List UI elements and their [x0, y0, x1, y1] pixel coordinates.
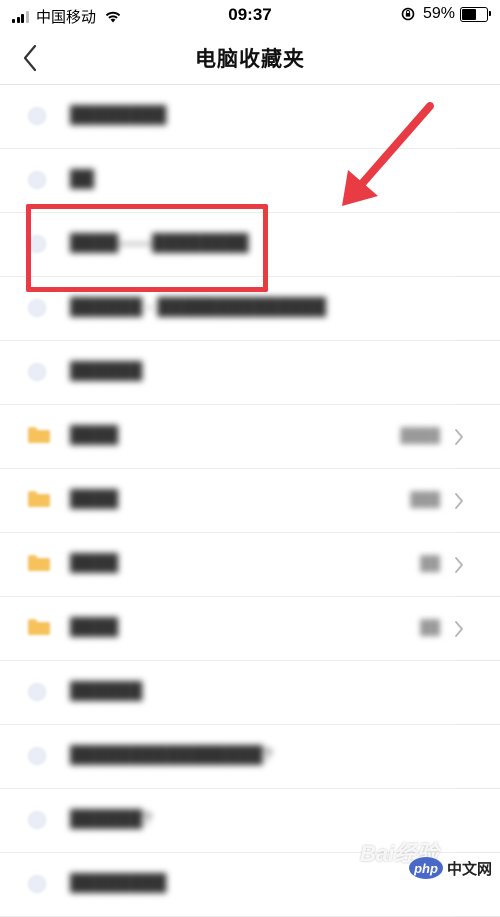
item-label: ████: [70, 489, 119, 508]
highlight-box: [26, 204, 268, 292]
chevron-right-icon: [455, 429, 463, 445]
chevron-right-icon: [455, 493, 463, 509]
php-watermark-text: 中文网: [446, 860, 492, 878]
item-label: ████████: [70, 873, 167, 892]
bookmark-icon: [28, 107, 46, 125]
bookmark-icon: [28, 171, 46, 189]
bookmark-list-item[interactable]: ██████: [0, 661, 500, 725]
bookmark-list-item[interactable]: ████████████████?: [0, 725, 500, 789]
page-title: 电脑收藏夹: [195, 48, 305, 71]
item-label: ████████: [70, 105, 167, 124]
item-label: ████: [70, 553, 119, 572]
folder-icon: [28, 555, 50, 573]
chevron-right-icon: [455, 557, 463, 573]
folder-list-item[interactable]: ████ ███: [0, 469, 500, 533]
item-count: ███: [410, 491, 440, 507]
bookmark-icon: [28, 683, 46, 701]
bookmark-list-item[interactable]: ██████: [0, 341, 500, 405]
folder-icon: [28, 427, 50, 445]
battery-fill: [462, 8, 477, 20]
nav-bar: 电脑收藏夹: [0, 30, 500, 85]
item-label: ██████: [70, 681, 143, 700]
folder-list-item[interactable]: ████ ████: [0, 405, 500, 469]
folder-icon: [28, 491, 50, 509]
item-label: ██████ - ██████████████: [70, 297, 326, 316]
bookmark-list-item[interactable]: ████████: [0, 85, 500, 149]
status-bar: 中国移动 09:37 59%: [0, 0, 500, 30]
rotation-lock-icon: [401, 7, 415, 21]
chevron-right-icon: [455, 621, 463, 637]
battery-percent: 59%: [422, 5, 455, 22]
folder-list-item[interactable]: ████ ██: [0, 597, 500, 661]
item-label: ██████?: [70, 809, 152, 828]
item-label: ██████: [70, 361, 143, 380]
folder-icon: [28, 619, 50, 637]
php-logo: php: [408, 857, 443, 879]
item-label: ████████████████?: [70, 745, 273, 764]
bookmark-icon: [28, 811, 46, 829]
bookmark-icon: [28, 299, 46, 317]
item-count: ██: [420, 619, 440, 635]
bookmark-icon: [28, 363, 46, 381]
item-count: ████: [400, 427, 440, 443]
bookmark-icon: [28, 875, 46, 893]
battery-icon: [460, 6, 491, 22]
item-label: ████: [70, 617, 119, 636]
status-right: 59%: [401, 5, 491, 23]
item-label: ██: [70, 169, 95, 188]
item-count: ██: [420, 555, 440, 571]
item-label: ████: [70, 425, 119, 444]
bookmark-icon: [28, 747, 46, 765]
folder-list-item[interactable]: ████ ██: [0, 533, 500, 597]
php-watermark: php 中文网: [408, 857, 492, 879]
